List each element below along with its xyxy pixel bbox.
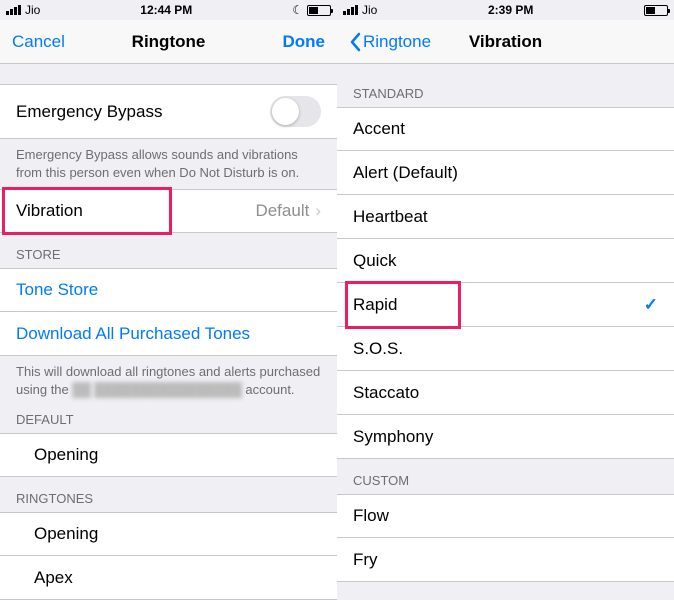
screen-vibration: Jio 2:39 PM Ringtone Vibration STANDARD … xyxy=(337,0,674,600)
emergency-bypass-label: Emergency Bypass xyxy=(16,102,162,122)
moon-icon: ☾ xyxy=(292,3,303,17)
chevron-left-icon xyxy=(349,32,361,52)
download-footer: This will download all ringtones and ale… xyxy=(0,356,337,406)
tone-store-row[interactable]: Tone Store xyxy=(0,268,337,312)
back-button[interactable]: Ringtone xyxy=(349,32,431,52)
ringtone-item[interactable]: Apex xyxy=(0,556,337,600)
check-icon: ✓ xyxy=(644,295,658,315)
vibration-item[interactable]: Heartbeat xyxy=(337,195,674,239)
vibration-value: Default xyxy=(255,201,309,221)
battery-icon xyxy=(307,5,331,16)
nav-bar: Cancel Ringtone Done xyxy=(0,20,337,64)
ringtones-header: RINGTONES xyxy=(0,477,337,512)
download-tones-row[interactable]: Download All Purchased Tones xyxy=(0,312,337,356)
emergency-bypass-footer: Emergency Bypass allows sounds and vibra… xyxy=(0,139,337,189)
emergency-bypass-row[interactable]: Emergency Bypass xyxy=(0,84,337,139)
vibration-item[interactable]: Flow xyxy=(337,494,674,538)
content: Emergency Bypass Emergency Bypass allows… xyxy=(0,64,337,600)
chevron-right-icon: › xyxy=(315,201,321,221)
done-button[interactable]: Done xyxy=(283,32,326,52)
standard-header: STANDARD xyxy=(337,64,674,107)
carrier: Jio xyxy=(25,3,40,17)
vibration-label: Vibration xyxy=(16,201,83,221)
vibration-item-selected[interactable]: Rapid ✓ xyxy=(337,283,674,327)
vibration-item[interactable]: Accent xyxy=(337,107,674,151)
signal-icon xyxy=(6,5,21,15)
content: STANDARD Accent Alert (Default) Heartbea… xyxy=(337,64,674,600)
emergency-bypass-toggle[interactable] xyxy=(270,96,321,127)
status-bar: Jio 12:44 PM ☾ xyxy=(0,0,337,20)
default-header: DEFAULT xyxy=(0,406,337,433)
cancel-button[interactable]: Cancel xyxy=(12,32,65,52)
status-bar: Jio 2:39 PM xyxy=(337,0,674,20)
vibration-item[interactable]: Staccato xyxy=(337,371,674,415)
clock: 12:44 PM xyxy=(140,3,192,17)
carrier: Jio xyxy=(362,3,377,17)
default-item[interactable]: Opening xyxy=(0,433,337,477)
custom-header: CUSTOM xyxy=(337,459,674,494)
signal-icon xyxy=(343,5,358,15)
store-header: STORE xyxy=(0,233,337,268)
vibration-row[interactable]: Vibration Default › xyxy=(0,189,337,233)
vibration-item[interactable]: Quick xyxy=(337,239,674,283)
battery-icon xyxy=(644,5,668,16)
vibration-item[interactable]: Alert (Default) xyxy=(337,151,674,195)
screen-ringtone: Jio 12:44 PM ☾ Cancel Ringtone Done Emer… xyxy=(0,0,337,600)
nav-bar: Ringtone Vibration xyxy=(337,20,674,64)
clock: 2:39 PM xyxy=(488,3,533,17)
vibration-item[interactable]: S.O.S. xyxy=(337,327,674,371)
vibration-item[interactable]: Fry xyxy=(337,538,674,582)
ringtone-item[interactable]: Opening xyxy=(0,512,337,556)
vibration-item[interactable]: Symphony xyxy=(337,415,674,459)
